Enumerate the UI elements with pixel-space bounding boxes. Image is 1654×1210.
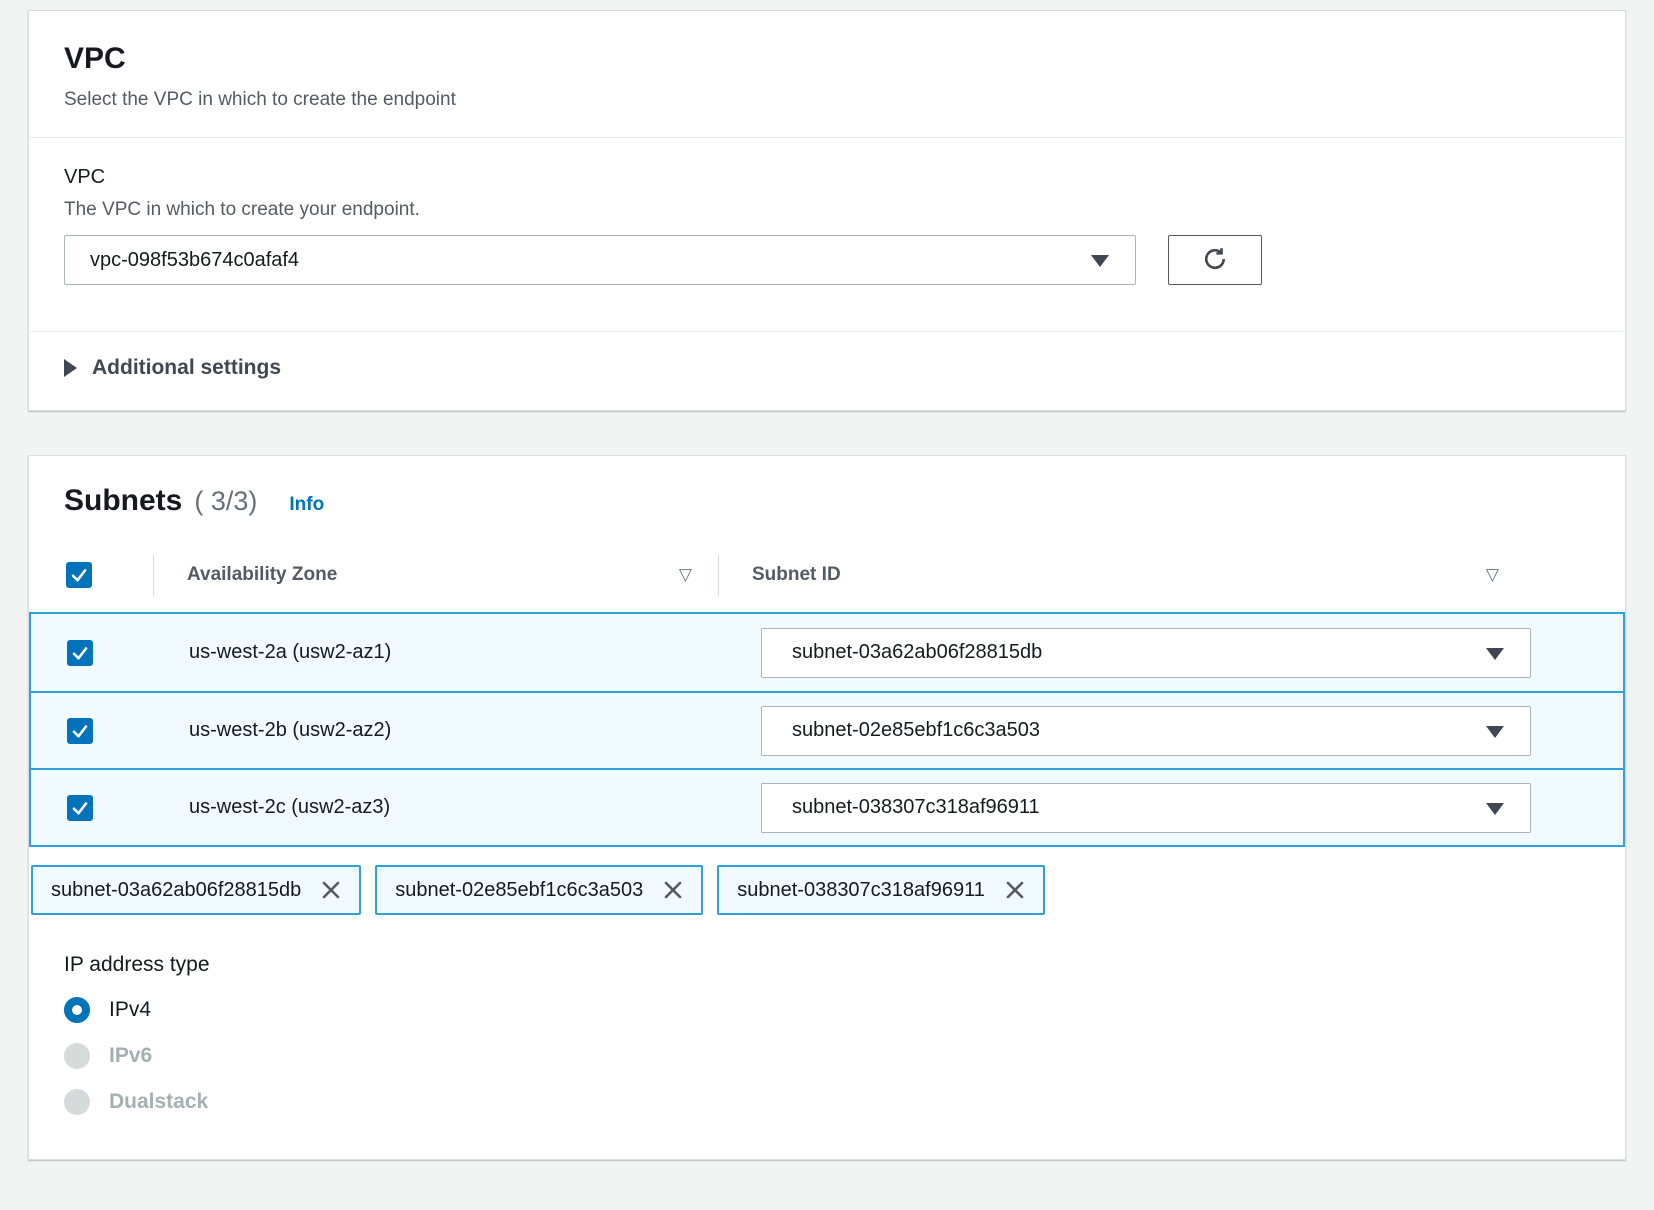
close-icon xyxy=(661,878,685,902)
remove-token-button[interactable] xyxy=(319,878,343,902)
vpc-card: VPC Select the VPC in which to create th… xyxy=(28,10,1626,411)
radio-ipv4[interactable] xyxy=(64,997,90,1023)
subnet-token-label: subnet-03a62ab06f28815db xyxy=(51,879,301,902)
vpc-card-subtitle: Select the VPC in which to create the en… xyxy=(64,89,1590,111)
column-header-availability-zone: Availability Zone xyxy=(187,564,337,586)
vpc-select[interactable]: vpc-098f53b674c0afaf4 xyxy=(64,235,1136,285)
subnets-card: Subnets ( 3/3) Info Availability Zone ▽ … xyxy=(28,455,1626,1160)
chevron-down-icon xyxy=(1486,648,1504,660)
vpc-card-title: VPC xyxy=(64,41,1590,77)
subnets-card-title: Subnets xyxy=(64,484,182,518)
close-icon xyxy=(1003,878,1027,902)
subnet-id-select[interactable]: subnet-03a62ab06f28815db xyxy=(761,628,1531,678)
subnets-count: ( 3/3) xyxy=(194,486,257,517)
expander-triangle-icon xyxy=(64,359,77,377)
select-all-checkbox[interactable] xyxy=(66,562,92,588)
subnet-token-label: subnet-038307c318af96911 xyxy=(737,879,985,902)
additional-settings-label: Additional settings xyxy=(92,356,281,380)
check-icon xyxy=(71,722,89,740)
subnet-id-select[interactable]: subnet-038307c318af96911 xyxy=(761,783,1531,833)
subnet-id-value: subnet-038307c318af96911 xyxy=(792,796,1040,819)
subnet-id-select[interactable]: subnet-02e85ebf1c6c3a503 xyxy=(761,706,1531,756)
row-checkbox[interactable] xyxy=(67,640,93,666)
ip-address-type-label: IP address type xyxy=(64,953,1590,977)
vpc-card-header: VPC Select the VPC in which to create th… xyxy=(29,11,1625,137)
close-icon xyxy=(319,878,343,902)
refresh-button[interactable] xyxy=(1168,235,1262,285)
subnet-id-value: subnet-02e85ebf1c6c3a503 xyxy=(792,719,1040,742)
sort-icon[interactable]: ▽ xyxy=(1486,565,1499,585)
check-icon xyxy=(71,799,89,817)
availability-zone-cell: us-west-2c (usw2-az3) xyxy=(156,796,721,819)
sort-icon[interactable]: ▽ xyxy=(679,565,692,585)
check-icon xyxy=(71,644,89,662)
subnet-token: subnet-03a62ab06f28815db xyxy=(31,865,361,915)
selected-subnet-tokens: subnet-03a62ab06f28815db subnet-02e85ebf… xyxy=(31,865,1625,915)
vpc-form-section: VPC The VPC in which to create your endp… xyxy=(29,138,1625,331)
column-header-subnet-id: Subnet ID xyxy=(752,564,841,586)
availability-zone-cell: us-west-2b (usw2-az2) xyxy=(156,719,721,742)
vpc-select-value: vpc-098f53b674c0afaf4 xyxy=(90,249,299,272)
radio-ipv6 xyxy=(64,1043,90,1069)
availability-zone-cell: us-west-2a (usw2-az1) xyxy=(156,641,721,664)
table-row: us-west-2c (usw2-az3) subnet-038307c318a… xyxy=(31,768,1623,845)
radio-dualstack xyxy=(64,1089,90,1115)
refresh-icon xyxy=(1201,245,1229,276)
chevron-down-icon xyxy=(1486,803,1504,815)
additional-settings-expander[interactable]: Additional settings xyxy=(29,332,1625,410)
subnet-token: subnet-02e85ebf1c6c3a503 xyxy=(375,865,703,915)
subnet-id-value: subnet-03a62ab06f28815db xyxy=(792,641,1042,664)
chevron-down-icon xyxy=(1486,726,1504,738)
radio-ipv6-label: IPv6 xyxy=(109,1044,152,1068)
remove-token-button[interactable] xyxy=(1003,878,1027,902)
table-row: us-west-2b (usw2-az2) subnet-02e85ebf1c6… xyxy=(31,691,1623,768)
radio-dualstack-label: Dualstack xyxy=(109,1090,208,1114)
row-checkbox[interactable] xyxy=(67,795,93,821)
subnet-token-label: subnet-02e85ebf1c6c3a503 xyxy=(395,879,643,902)
subnet-token: subnet-038307c318af96911 xyxy=(717,865,1045,915)
table-row: us-west-2a (usw2-az1) subnet-03a62ab06f2… xyxy=(31,614,1623,691)
remove-token-button[interactable] xyxy=(661,878,685,902)
subnets-table-body: us-west-2a (usw2-az1) subnet-03a62ab06f2… xyxy=(29,612,1625,847)
ip-address-type-section: IP address type IPv4 IPv6 Dualstack xyxy=(29,915,1625,1159)
subnets-table-header: Availability Zone ▽ Subnet ID ▽ xyxy=(29,538,1625,612)
check-icon xyxy=(70,566,88,584)
row-checkbox[interactable] xyxy=(67,718,93,744)
radio-ipv4-label: IPv4 xyxy=(109,998,151,1022)
vpc-field-description: The VPC in which to create your endpoint… xyxy=(64,199,1590,221)
vpc-field-label: VPC xyxy=(64,166,1590,189)
info-link[interactable]: Info xyxy=(289,494,324,516)
chevron-down-icon xyxy=(1091,255,1109,267)
